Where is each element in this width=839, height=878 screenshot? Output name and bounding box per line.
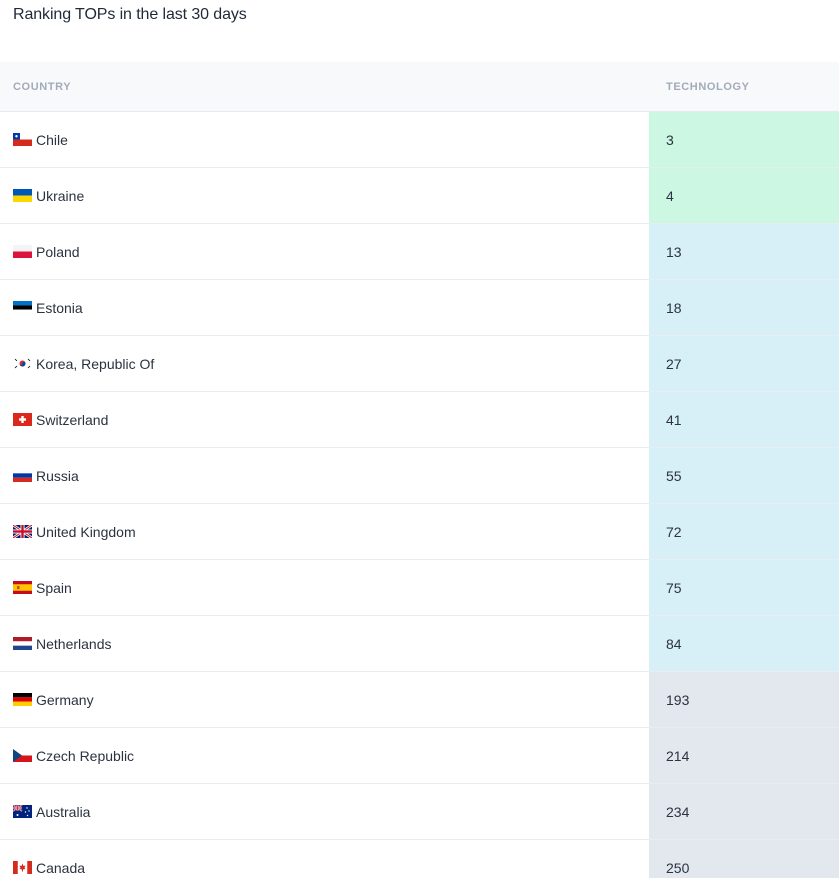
technology-rank: 214	[666, 747, 690, 764]
country-name: Netherlands	[36, 635, 112, 652]
technology-rank-cell: 214	[649, 728, 839, 783]
country-name: Estonia	[36, 299, 83, 316]
country-cell: Chile	[13, 132, 68, 148]
table-row[interactable]: Spain 75	[0, 560, 839, 616]
country-name: Spain	[36, 579, 72, 596]
spain-flag-icon	[13, 581, 32, 594]
table-row[interactable]: Poland 13	[0, 224, 839, 280]
technology-rank: 234	[666, 803, 690, 820]
table-row[interactable]: Czech Republic 214	[0, 728, 839, 784]
country-cell: Netherlands	[13, 636, 112, 652]
technology-rank: 84	[666, 635, 682, 652]
country-cell: Estonia	[13, 300, 83, 316]
country-name: Switzerland	[36, 411, 109, 428]
country-name: Czech Republic	[36, 747, 135, 764]
table-row[interactable]: Switzerland 41	[0, 392, 839, 448]
table-row[interactable]: Korea, Republic Of 27	[0, 336, 839, 392]
table-row[interactable]: Australia 234	[0, 784, 839, 840]
technology-rank-cell: 75	[649, 560, 839, 615]
netherlands-flag-icon	[13, 637, 32, 650]
table-row[interactable]: Germany 193	[0, 672, 839, 728]
table-row[interactable]: Chile 3	[0, 112, 839, 168]
technology-rank: 13	[666, 243, 682, 260]
technology-rank-cell: 250	[649, 840, 839, 878]
australia-flag-icon	[13, 805, 32, 818]
chile-flag-icon	[13, 133, 32, 146]
country-name: Chile	[36, 131, 68, 148]
country-name: Korea, Republic Of	[36, 355, 155, 372]
page-title: Ranking TOPs in the last 30 days	[13, 6, 247, 23]
table-header: COUNTRY TECHNOLOGY	[0, 62, 839, 112]
technology-rank: 3	[666, 131, 674, 148]
technology-rank-cell: 3	[649, 112, 839, 167]
column-header-country[interactable]: COUNTRY	[13, 81, 71, 93]
technology-rank-cell: 234	[649, 784, 839, 839]
country-name: Russia	[36, 467, 79, 484]
table-row[interactable]: Canada 250	[0, 840, 839, 878]
russia-flag-icon	[13, 469, 32, 482]
country-cell: United Kingdom	[13, 524, 136, 540]
technology-rank-cell: 55	[649, 448, 839, 503]
country-name: United Kingdom	[36, 523, 136, 540]
canada-flag-icon	[13, 861, 32, 874]
technology-rank-cell: 18	[649, 280, 839, 335]
technology-rank-cell: 27	[649, 336, 839, 391]
country-name: Germany	[36, 691, 94, 708]
technology-rank: 4	[666, 187, 674, 204]
technology-rank: 55	[666, 467, 682, 484]
country-cell: Poland	[13, 244, 80, 260]
country-cell: Switzerland	[13, 412, 108, 428]
switzerland-flag-icon	[13, 413, 32, 426]
country-cell: Australia	[13, 804, 90, 820]
technology-rank-cell: 4	[649, 168, 839, 223]
korea-flag-icon	[13, 357, 32, 370]
table-row[interactable]: Russia 55	[0, 448, 839, 504]
ranking-page: Ranking TOPs in the last 30 days COUNTRY…	[0, 0, 839, 878]
estonia-flag-icon	[13, 301, 32, 314]
column-header-technology[interactable]: TECHNOLOGY	[666, 81, 750, 93]
technology-rank: 75	[666, 579, 682, 596]
country-cell: Canada	[13, 860, 85, 876]
table-row[interactable]: Netherlands 84	[0, 616, 839, 672]
country-cell: Ukraine	[13, 188, 84, 204]
technology-rank-cell: 13	[649, 224, 839, 279]
technology-rank: 250	[666, 859, 690, 876]
table-row[interactable]: Ukraine 4	[0, 168, 839, 224]
germany-flag-icon	[13, 693, 32, 706]
technology-rank-cell: 72	[649, 504, 839, 559]
country-name: Ukraine	[36, 187, 85, 204]
country-cell: Spain	[13, 580, 72, 596]
country-cell: Russia	[13, 468, 79, 484]
country-cell: Korea, Republic Of	[13, 356, 154, 372]
table-row[interactable]: Estonia 18	[0, 280, 839, 336]
ranking-table: COUNTRY TECHNOLOGY Chile 3 Ukraine 4 Pol…	[0, 62, 839, 878]
technology-rank: 27	[666, 355, 682, 372]
country-name: Canada	[36, 859, 86, 876]
country-name: Poland	[36, 243, 80, 260]
country-cell: Germany	[13, 692, 94, 708]
poland-flag-icon	[13, 245, 32, 258]
technology-rank: 18	[666, 299, 682, 316]
united-kingdom-flag-icon	[13, 525, 32, 538]
czech-flag-icon	[13, 749, 32, 762]
country-name: Australia	[36, 803, 91, 820]
ukraine-flag-icon	[13, 189, 32, 202]
country-cell: Czech Republic	[13, 748, 134, 764]
table-row[interactable]: United Kingdom 72	[0, 504, 839, 560]
technology-rank: 72	[666, 523, 682, 540]
technology-rank-cell: 41	[649, 392, 839, 447]
technology-rank: 193	[666, 691, 690, 708]
technology-rank-cell: 193	[649, 672, 839, 727]
technology-rank: 41	[666, 411, 682, 428]
technology-rank-cell: 84	[649, 616, 839, 671]
